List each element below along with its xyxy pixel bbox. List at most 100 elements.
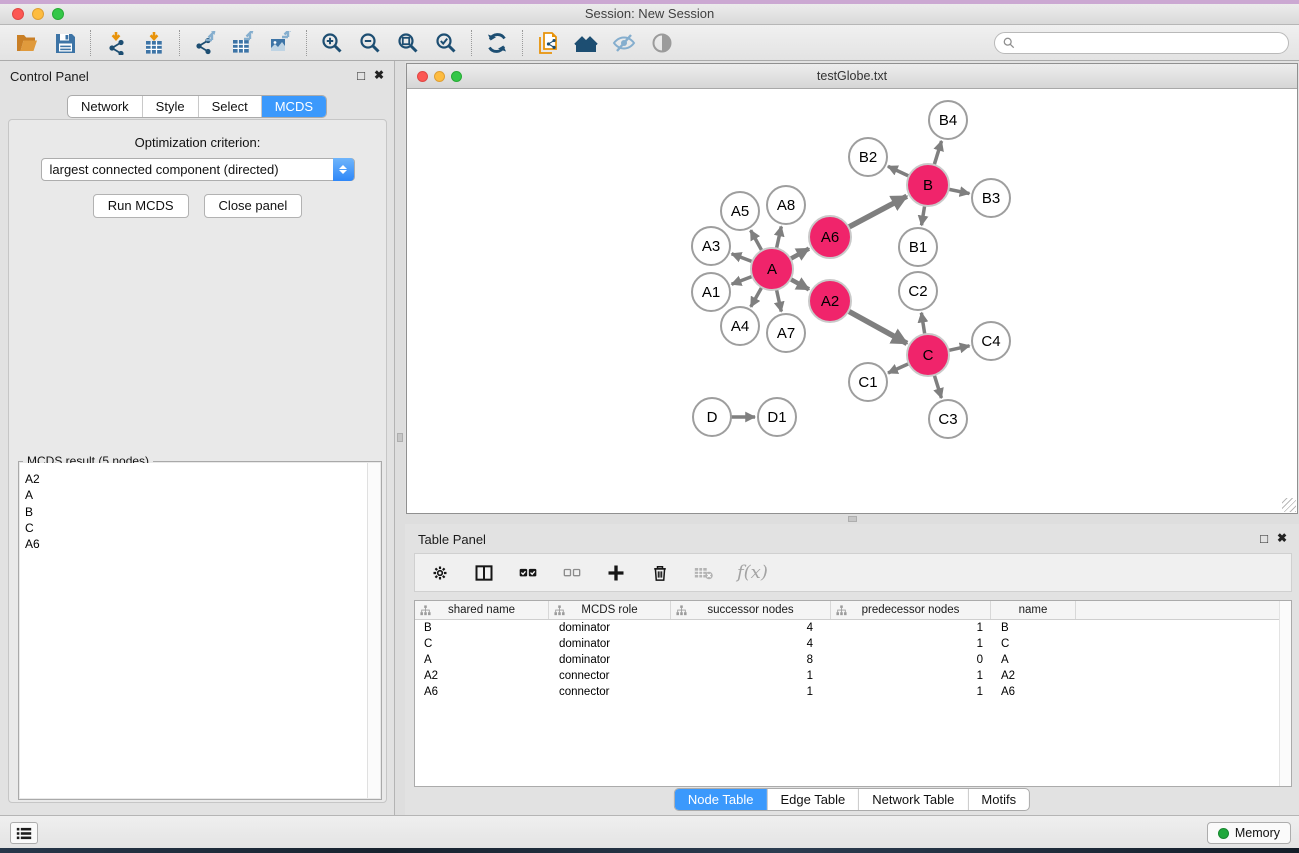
zoom-out-button[interactable] bbox=[351, 28, 389, 58]
table-cell[interactable]: 1 bbox=[831, 684, 991, 700]
edge-A-A1[interactable] bbox=[732, 276, 753, 284]
column-header-name[interactable]: name bbox=[991, 601, 1076, 619]
export-network-button[interactable] bbox=[186, 28, 224, 58]
task-history-button[interactable] bbox=[10, 822, 38, 844]
close-panel-icon[interactable]: ✖ bbox=[374, 68, 384, 83]
search-input[interactable] bbox=[1020, 36, 1280, 50]
node-B2[interactable]: B2 bbox=[849, 138, 887, 176]
network-canvas[interactable]: B4B2BB3A8A5A6B1A3AA1C2A2A4A7C4CC1C3DD1 bbox=[407, 89, 1297, 513]
table-scrollbar[interactable] bbox=[1279, 601, 1291, 786]
deselect-all-button[interactable] bbox=[561, 560, 583, 586]
network-close-button[interactable] bbox=[417, 71, 428, 82]
edge-A-A5[interactable] bbox=[751, 230, 762, 250]
export-image-button[interactable] bbox=[262, 28, 300, 58]
edge-C-C3[interactable] bbox=[934, 375, 941, 398]
select-all-button[interactable] bbox=[517, 560, 539, 586]
edge-A-A7[interactable] bbox=[776, 290, 781, 312]
hide-panels-button[interactable] bbox=[605, 28, 643, 58]
import-network-button[interactable] bbox=[97, 28, 135, 58]
edge-A-A8[interactable] bbox=[776, 226, 781, 248]
table-cell[interactable]: A2 bbox=[991, 668, 1076, 684]
table-cell[interactable]: A bbox=[415, 652, 549, 668]
window-resize-grip[interactable] bbox=[1282, 498, 1296, 512]
table-row[interactable]: Bdominator41B bbox=[415, 620, 1291, 636]
mcds-result-item[interactable]: A bbox=[25, 487, 380, 503]
edge-A-A6[interactable] bbox=[790, 249, 809, 259]
table-row[interactable]: Adominator80A bbox=[415, 652, 1291, 668]
zoom-window-button[interactable] bbox=[52, 8, 64, 20]
edge-A-A2[interactable] bbox=[790, 279, 809, 289]
table-cell[interactable]: C bbox=[991, 636, 1076, 652]
network-minimize-button[interactable] bbox=[434, 71, 445, 82]
table-row[interactable]: A6connector11A6 bbox=[415, 684, 1291, 700]
search-field[interactable] bbox=[994, 32, 1289, 54]
node-A2[interactable]: A2 bbox=[809, 280, 851, 322]
node-A4[interactable]: A4 bbox=[721, 307, 759, 345]
edge-A2-C[interactable] bbox=[848, 311, 907, 343]
delete-column-button[interactable] bbox=[649, 560, 671, 586]
memory-button[interactable]: Memory bbox=[1207, 822, 1291, 844]
open-file-button[interactable] bbox=[8, 28, 46, 58]
minimize-window-button[interactable] bbox=[32, 8, 44, 20]
zoom-fit-button[interactable] bbox=[389, 28, 427, 58]
toggle-panel-button[interactable] bbox=[473, 560, 495, 586]
mcds-result-list[interactable]: A2ABCA6 bbox=[20, 463, 380, 798]
node-C2[interactable]: C2 bbox=[899, 272, 937, 310]
tab-style[interactable]: Style bbox=[142, 96, 198, 117]
edge-A-A4[interactable] bbox=[751, 287, 762, 307]
table-row[interactable]: A2connector11A2 bbox=[415, 668, 1291, 684]
table-cell[interactable]: A2 bbox=[415, 668, 549, 684]
network-window-titlebar[interactable]: testGlobe.txt bbox=[407, 64, 1297, 89]
node-B4[interactable]: B4 bbox=[929, 101, 967, 139]
node-B1[interactable]: B1 bbox=[899, 228, 937, 266]
table-cell[interactable]: dominator bbox=[549, 636, 671, 652]
add-column-button[interactable] bbox=[605, 560, 627, 586]
mcds-list-scrollbar[interactable] bbox=[367, 463, 380, 798]
mcds-result-item[interactable]: C bbox=[25, 520, 380, 536]
table-cell[interactable]: B bbox=[415, 620, 549, 636]
table-cell[interactable]: 1 bbox=[671, 684, 831, 700]
table-cell[interactable]: dominator bbox=[549, 652, 671, 668]
table-cell[interactable]: C bbox=[415, 636, 549, 652]
duplicate-network-button[interactable] bbox=[529, 28, 567, 58]
edge-A-A3[interactable] bbox=[732, 254, 753, 262]
edge-C-C2[interactable] bbox=[921, 313, 924, 335]
tab-mcds[interactable]: MCDS bbox=[261, 96, 326, 117]
table-cell[interactable]: B bbox=[991, 620, 1076, 636]
horizontal-splitter[interactable] bbox=[405, 514, 1299, 524]
tab-motifs[interactable]: Motifs bbox=[967, 789, 1029, 810]
edge-B-B2[interactable] bbox=[888, 166, 909, 176]
node-A[interactable]: A bbox=[751, 248, 793, 290]
close-window-button[interactable] bbox=[12, 8, 24, 20]
node-C[interactable]: C bbox=[907, 334, 949, 376]
node-C3[interactable]: C3 bbox=[929, 400, 967, 438]
horizontal-splitter-handle[interactable] bbox=[848, 516, 857, 522]
edge-B-B1[interactable] bbox=[922, 206, 925, 226]
column-header-MCDS-role[interactable]: MCDS role bbox=[549, 601, 671, 619]
network-zoom-button[interactable] bbox=[451, 71, 462, 82]
run-mcds-button[interactable]: Run MCDS bbox=[93, 194, 189, 218]
node-A3[interactable]: A3 bbox=[692, 227, 730, 265]
mcds-result-item[interactable]: B bbox=[25, 504, 380, 520]
vertical-splitter[interactable] bbox=[395, 61, 405, 815]
table-cell[interactable]: 8 bbox=[671, 652, 831, 668]
tab-node-table[interactable]: Node Table bbox=[675, 789, 767, 810]
table-cell[interactable]: A6 bbox=[415, 684, 549, 700]
settings-gear-button[interactable] bbox=[429, 560, 451, 586]
column-header-predecessor-nodes[interactable]: predecessor nodes bbox=[831, 601, 991, 619]
mcds-result-item[interactable]: A2 bbox=[25, 471, 380, 487]
tab-network[interactable]: Network bbox=[68, 96, 142, 117]
vertical-splitter-handle[interactable] bbox=[397, 433, 403, 442]
table-cell[interactable]: dominator bbox=[549, 620, 671, 636]
node-A8[interactable]: A8 bbox=[767, 186, 805, 224]
table-cell[interactable]: 1 bbox=[831, 620, 991, 636]
node-D1[interactable]: D1 bbox=[758, 398, 796, 436]
table-close-panel-icon[interactable]: ✖ bbox=[1277, 531, 1287, 546]
node-A1[interactable]: A1 bbox=[692, 273, 730, 311]
node-A5[interactable]: A5 bbox=[721, 192, 759, 230]
edge-B-B3[interactable] bbox=[949, 189, 970, 193]
table-cell[interactable]: connector bbox=[549, 668, 671, 684]
node-B3[interactable]: B3 bbox=[972, 179, 1010, 217]
table-float-panel-icon[interactable]: □ bbox=[1260, 531, 1268, 546]
criterion-dropdown[interactable]: largest connected component (directed) bbox=[41, 158, 355, 181]
